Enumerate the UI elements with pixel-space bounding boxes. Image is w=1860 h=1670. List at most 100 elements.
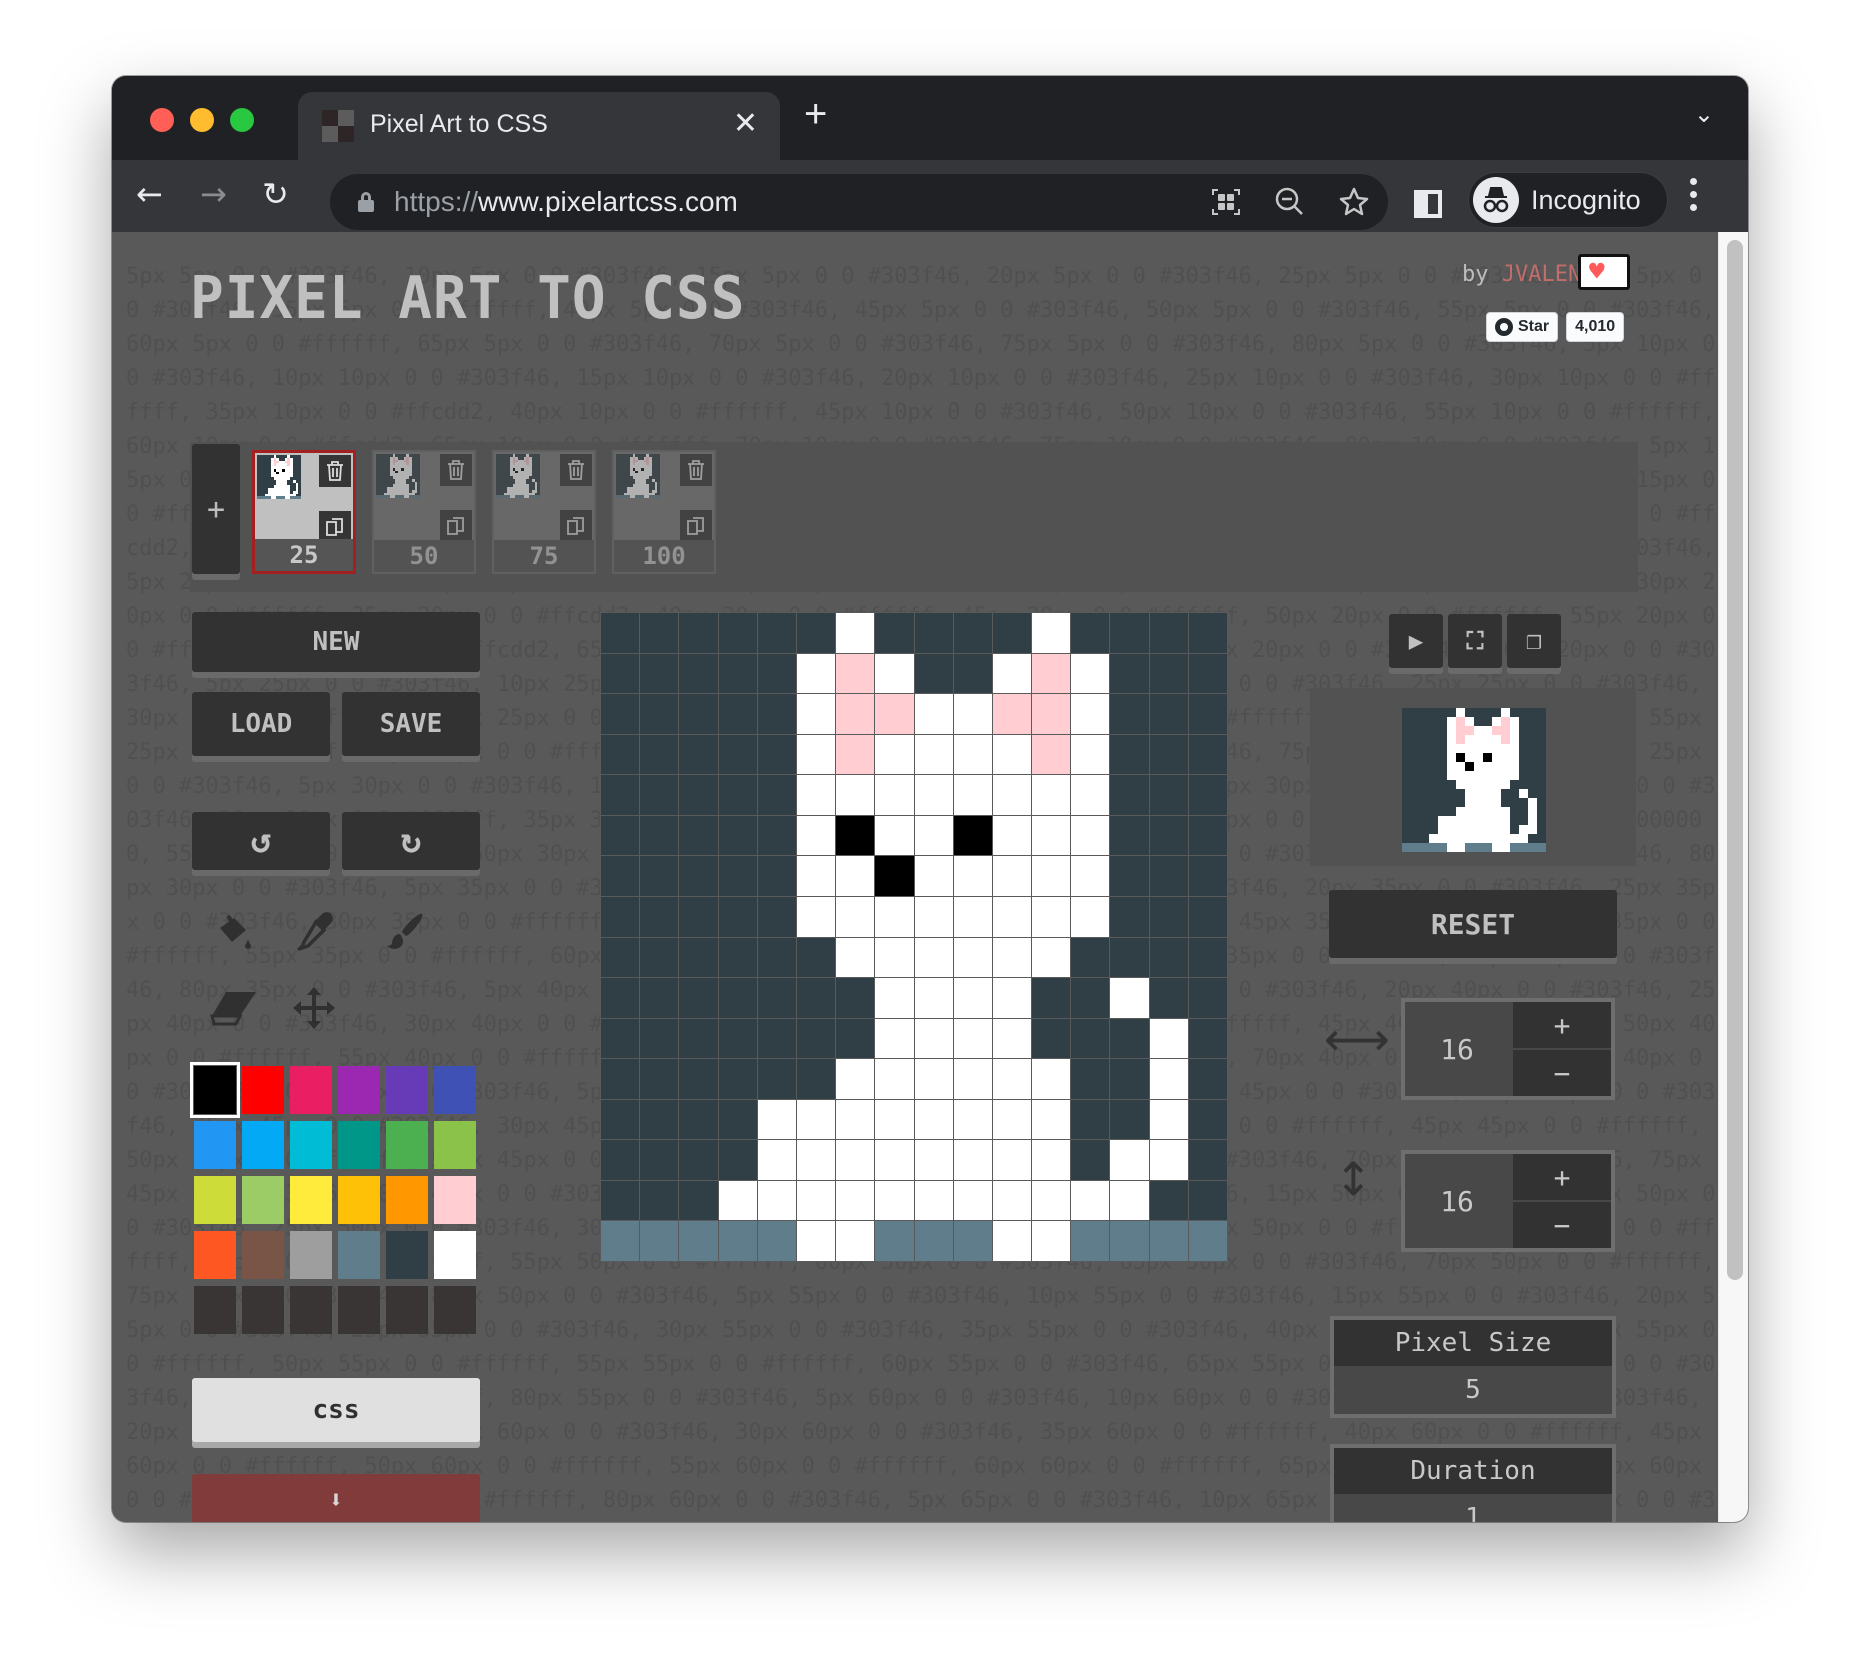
canvas-cell[interactable] [1110,734,1149,775]
canvas-cell[interactable] [1188,775,1227,815]
canvas-cell[interactable] [718,978,757,1018]
canvas-cell[interactable] [1110,1140,1149,1180]
canvas-cell[interactable] [718,815,757,856]
canvas-cell[interactable] [1071,1140,1110,1180]
reload-icon[interactable]: ↻ [262,174,289,214]
canvas-cell[interactable] [1032,1059,1071,1099]
canvas-cell[interactable] [914,653,953,694]
canvas-cell[interactable] [1188,978,1227,1018]
canvas-cell[interactable] [796,775,836,815]
canvas-cell[interactable] [953,1140,992,1180]
canvas-cell[interactable] [640,1180,679,1221]
canvas-cell[interactable] [875,1180,914,1221]
canvas-cell[interactable] [1188,653,1227,694]
canvas-cell[interactable] [836,1059,875,1099]
canvas-cell[interactable] [1149,937,1188,978]
canvas-cell[interactable] [1071,694,1110,734]
canvas-cell[interactable] [679,1059,718,1099]
canvas-cell[interactable] [679,1099,718,1140]
canvas-cell[interactable] [679,856,718,896]
canvas-cell[interactable] [640,856,679,896]
eraser-tool[interactable] [210,984,258,1032]
canvas-cell[interactable] [1149,1221,1188,1261]
canvas-cell[interactable] [992,1221,1032,1261]
canvas-cell[interactable] [640,815,679,856]
canvas-cell[interactable] [1149,613,1188,653]
url-text[interactable]: https://www.pixelartcss.com [394,186,738,218]
canvas-cell[interactable] [718,1018,757,1059]
canvas-cell[interactable] [1110,856,1149,896]
canvas-cell[interactable] [601,1221,640,1261]
canvas-cell[interactable] [992,896,1032,937]
canvas-cell[interactable] [875,694,914,734]
canvas-cell[interactable] [1110,1180,1149,1221]
canvas-cell[interactable] [992,653,1032,694]
color-swatch[interactable] [434,1066,476,1114]
canvas-cell[interactable] [1149,1018,1188,1059]
canvas-cell[interactable] [836,1180,875,1221]
new-tab-button[interactable]: + [804,94,827,134]
canvas-cell[interactable] [914,1221,953,1261]
canvas-cell[interactable] [953,937,992,978]
canvas-cell[interactable] [718,937,757,978]
canvas-cell[interactable] [1188,896,1227,937]
canvas-cell[interactable] [718,613,757,653]
canvas-cell[interactable] [601,653,640,694]
canvas-cell[interactable] [1149,734,1188,775]
duplicate-frame-icon[interactable] [440,510,472,542]
address-bar[interactable]: https://www.pixelartcss.com [330,174,1388,230]
canvas-cell[interactable] [875,775,914,815]
canvas-cell[interactable] [796,815,836,856]
canvas-cell[interactable] [875,1099,914,1140]
menu-icon[interactable] [1690,178,1698,217]
canvas-cell[interactable] [1188,694,1227,734]
canvas-cell[interactable] [953,734,992,775]
canvas-cell[interactable] [640,694,679,734]
canvas-cell[interactable] [1149,1059,1188,1099]
scrollbar-thumb[interactable] [1727,240,1743,1280]
add-frame-button[interactable]: + [192,444,240,574]
height-decrease-button[interactable]: − [1513,1202,1611,1248]
canvas-cell[interactable] [953,653,992,694]
canvas-cell[interactable] [640,734,679,775]
canvas-cell[interactable] [718,1059,757,1099]
canvas-cell[interactable] [718,856,757,896]
canvas-cell[interactable] [992,815,1032,856]
canvas-cell[interactable] [1032,1018,1071,1059]
canvas-cell[interactable] [1110,1018,1149,1059]
canvas-cell[interactable] [836,896,875,937]
height-value[interactable]: 16 [1405,1154,1509,1248]
color-swatch[interactable] [338,1231,380,1279]
canvas-cell[interactable] [796,613,836,653]
canvas-cell[interactable] [1032,653,1071,694]
canvas-cell[interactable] [1149,856,1188,896]
canvas-cell[interactable] [679,978,718,1018]
canvas-cell[interactable] [992,1180,1032,1221]
new-button[interactable]: NEW [192,612,480,672]
canvas-cell[interactable] [992,937,1032,978]
canvas-cell[interactable] [796,1180,836,1221]
maximize-window-button[interactable] [230,108,254,132]
canvas-cell[interactable] [601,856,640,896]
canvas-cell[interactable] [679,896,718,937]
color-swatch[interactable] [194,1121,236,1169]
github-star-badge[interactable]: Star 4,010 [1486,312,1625,342]
canvas-cell[interactable] [757,694,796,734]
canvas-cell[interactable] [914,856,953,896]
canvas-cell[interactable] [1071,1221,1110,1261]
canvas-cell[interactable] [875,613,914,653]
github-star-button[interactable]: Star [1486,312,1559,342]
canvas-cell[interactable] [757,1018,796,1059]
canvas-cell[interactable] [718,734,757,775]
canvas-cell[interactable] [601,775,640,815]
canvas-cell[interactable] [875,937,914,978]
canvas-cell[interactable] [601,613,640,653]
canvas-cell[interactable] [953,856,992,896]
color-swatch[interactable] [386,1231,428,1279]
canvas-cell[interactable] [836,1221,875,1261]
color-swatch[interactable] [242,1066,284,1114]
canvas-cell[interactable] [875,1140,914,1180]
width-value[interactable]: 16 [1405,1002,1509,1096]
canvas-cell[interactable] [757,734,796,775]
color-swatch[interactable] [338,1121,380,1169]
